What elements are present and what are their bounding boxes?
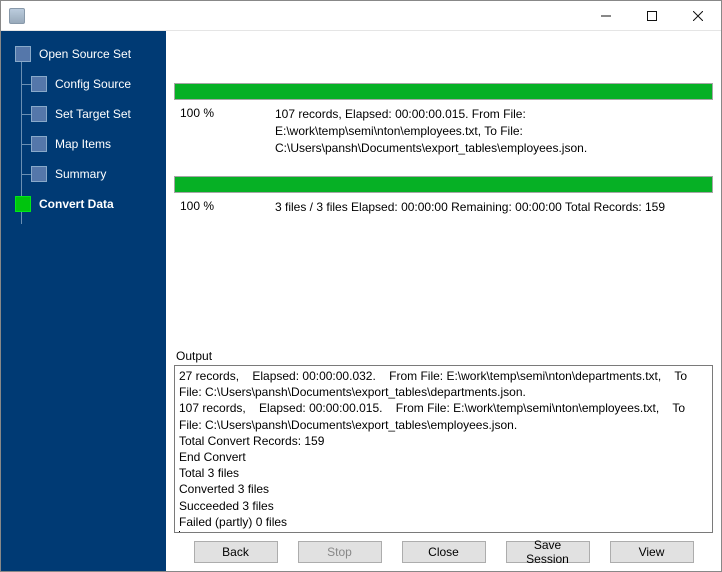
output-text: 27 records, Elapsed: 00:00:00.032. From … [179, 369, 690, 529]
window-controls [583, 1, 721, 31]
sidebar-item-label: Convert Data [39, 197, 114, 211]
text-cursor [179, 531, 180, 533]
sidebar-item-set-target-set[interactable]: Set Target Set [1, 99, 166, 129]
total-progress-percent: 100 % [180, 199, 275, 213]
close-button[interactable] [675, 1, 721, 31]
sidebar-item-label: Config Source [55, 77, 131, 91]
sidebar-item-map-items[interactable]: Map Items [1, 129, 166, 159]
total-progress-detail: 3 files / 3 files Elapsed: 00:00:00 Rema… [275, 199, 707, 216]
back-button[interactable]: Back [194, 541, 278, 563]
output-textbox[interactable]: 27 records, Elapsed: 00:00:00.032. From … [174, 365, 713, 533]
file-progress-bar [174, 83, 713, 100]
sidebar-item-convert-data[interactable]: Convert Data [1, 189, 166, 219]
file-progress-percent: 100 % [180, 106, 275, 120]
sidebar-item-summary[interactable]: Summary [1, 159, 166, 189]
sidebar-item-open-source-set[interactable]: Open Source Set [1, 39, 166, 69]
total-progress-bar [174, 176, 713, 193]
minimize-button[interactable] [583, 1, 629, 31]
app-icon [9, 8, 25, 24]
sidebar-item-config-source[interactable]: Config Source [1, 69, 166, 99]
sidebar: Open Source Set Config Source Set Target… [1, 31, 166, 571]
main-panel: 100 % 107 records, Elapsed: 00:00:00.015… [166, 31, 721, 571]
titlebar [1, 1, 721, 31]
button-row: Back Stop Close Save Session View [174, 533, 713, 565]
progress-area: 100 % 107 records, Elapsed: 00:00:00.015… [174, 39, 713, 226]
sidebar-item-label: Set Target Set [55, 107, 131, 121]
file-progress-detail: 107 records, Elapsed: 00:00:00.015. From… [275, 106, 707, 156]
output-label: Output [174, 347, 713, 365]
sidebar-item-label: Map Items [55, 137, 111, 151]
total-progress-row: 100 % 3 files / 3 files Elapsed: 00:00:0… [174, 197, 713, 226]
sidebar-item-label: Open Source Set [39, 47, 131, 61]
view-button[interactable]: View [610, 541, 694, 563]
sidebar-item-label: Summary [55, 167, 106, 181]
close-dialog-button[interactable]: Close [402, 541, 486, 563]
maximize-button[interactable] [629, 1, 675, 31]
file-progress-row: 100 % 107 records, Elapsed: 00:00:00.015… [174, 104, 713, 166]
stop-button: Stop [298, 541, 382, 563]
save-session-button[interactable]: Save Session [506, 541, 590, 563]
